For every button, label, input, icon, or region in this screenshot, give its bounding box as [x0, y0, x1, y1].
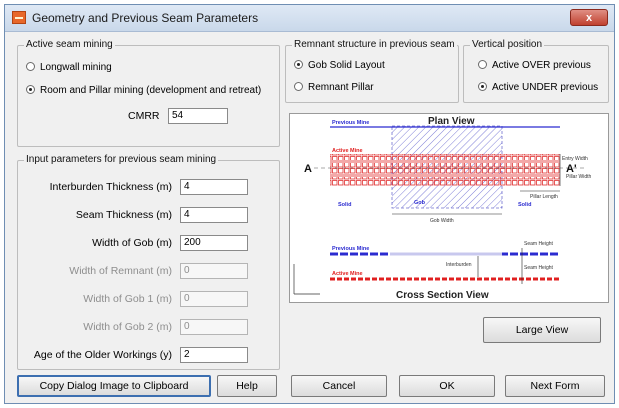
section-previous-mine-label: Previous Mine	[332, 246, 369, 252]
help-button[interactable]: Help	[217, 375, 277, 397]
radio-gob-solid[interactable]: Gob Solid Layout	[294, 60, 385, 71]
width-of-gob2-input: 0	[180, 319, 248, 335]
dialog-window: Geometry and Previous Seam Parameters x …	[4, 4, 615, 404]
entry-band-1	[330, 160, 560, 163]
seam-thickness-row: Seam Thickness (m) 4	[18, 207, 268, 225]
active-seam-group-label: Active seam mining	[24, 39, 115, 50]
cross-section-title: Cross Section View	[396, 290, 489, 301]
entry-band-2	[330, 174, 560, 177]
next-form-button[interactable]: Next Form	[505, 375, 605, 397]
plan-view-title: Plan View	[428, 116, 475, 127]
width-of-remnant-label: Width of Remnant (m)	[69, 265, 172, 277]
radio-active-over[interactable]: Active OVER previous	[478, 60, 591, 71]
radio-active-under-label: Active UNDER previous	[492, 82, 599, 93]
interburden-label: Interburden	[446, 262, 472, 268]
section-active-mine-label: Active Mine	[332, 271, 363, 277]
interburden-thickness-label: Interburden Thickness (m)	[49, 181, 172, 193]
geometry-diagram-svg: Plan View Previous Mine Active Mine A A'…	[293, 116, 592, 301]
plan-previous-mine-label: Previous Mine	[332, 120, 369, 126]
radio-room-pillar[interactable]: Room and Pillar mining (development and …	[26, 85, 261, 96]
cmrr-label: CMRR	[128, 110, 160, 122]
width-of-gob-row: Width of Gob (m) 200	[18, 235, 268, 253]
interburden-thickness-row: Interburden Thickness (m) 4	[18, 179, 268, 197]
close-button[interactable]: x	[570, 9, 608, 26]
radio-remnant-pillar-label: Remnant Pillar	[308, 82, 374, 93]
large-view-button[interactable]: Large View	[483, 317, 601, 343]
entry-width-label: Entry Width	[562, 156, 588, 162]
pillar-grid	[330, 154, 560, 186]
radio-remnant-pillar-circle[interactable]	[294, 82, 303, 91]
width-of-remnant-input: 0	[180, 263, 248, 279]
previous-seam-group-label: Input parameters for previous seam minin…	[24, 154, 219, 165]
app-icon	[12, 11, 26, 24]
previous-seam-group: Input parameters for previous seam minin…	[17, 154, 280, 370]
copy-dialog-image-button[interactable]: Copy Dialog Image to Clipboard	[17, 375, 211, 397]
radio-longwall[interactable]: Longwall mining	[26, 62, 112, 73]
solid-label-left: Solid	[338, 202, 351, 208]
width-of-gob1-input: 0	[180, 291, 248, 307]
radio-active-over-label: Active OVER previous	[492, 60, 591, 71]
vertical-position-group-label: Vertical position	[470, 39, 545, 50]
radio-room-pillar-circle[interactable]	[26, 85, 35, 94]
remnant-structure-group: Remnant structure in previous seam Gob S…	[285, 39, 459, 103]
radio-longwall-label: Longwall mining	[40, 62, 112, 73]
width-of-gob1-label: Width of Gob 1 (m)	[83, 293, 172, 305]
width-of-gob-input[interactable]: 200	[180, 235, 248, 251]
width-of-gob-label: Width of Gob (m)	[92, 237, 172, 249]
cancel-button[interactable]: Cancel	[291, 375, 387, 397]
ok-button[interactable]: OK	[399, 375, 495, 397]
section-a-label: A	[304, 163, 312, 175]
remnant-structure-group-label: Remnant structure in previous seam	[292, 39, 457, 50]
seam-height-label-top: Seam Height	[524, 241, 554, 247]
age-older-workings-input[interactable]: 2	[180, 347, 248, 363]
plan-active-mine-label: Active Mine	[332, 148, 363, 154]
gob-width-label: Gob Width	[430, 218, 454, 224]
width-of-remnant-row: Width of Remnant (m) 0	[18, 263, 268, 281]
radio-remnant-pillar[interactable]: Remnant Pillar	[294, 82, 374, 93]
seam-height-label-bottom: Seam Height	[524, 265, 554, 271]
radio-longwall-circle[interactable]	[26, 62, 35, 71]
gob-label: Gob	[414, 200, 426, 206]
radio-gob-solid-circle[interactable]	[294, 60, 303, 69]
pillar-width-label: Pillar Width	[566, 174, 592, 180]
cmrr-input[interactable]: 54	[168, 108, 228, 124]
vertical-position-group: Vertical position Active OVER previous A…	[463, 39, 609, 103]
width-of-gob2-row: Width of Gob 2 (m) 0	[18, 319, 268, 337]
age-older-workings-row: Age of the Older Workings (y) 2	[18, 347, 268, 365]
geometry-diagram: Plan View Previous Mine Active Mine A A'…	[289, 113, 609, 303]
seam-thickness-input[interactable]: 4	[180, 207, 248, 223]
radio-active-under-circle[interactable]	[478, 82, 487, 91]
seam-thickness-label: Seam Thickness (m)	[75, 209, 172, 221]
active-seam-group: Active seam mining Longwall mining Room …	[17, 39, 280, 147]
title-bar[interactable]: Geometry and Previous Seam Parameters x	[5, 5, 614, 32]
radio-active-under[interactable]: Active UNDER previous	[478, 82, 598, 93]
width-of-gob1-row: Width of Gob 1 (m) 0	[18, 291, 268, 309]
solid-label-right: Solid	[518, 202, 531, 208]
radio-room-pillar-label: Room and Pillar mining (development and …	[40, 85, 262, 96]
radio-active-over-circle[interactable]	[478, 60, 487, 69]
age-older-workings-label: Age of the Older Workings (y)	[33, 349, 172, 361]
width-of-gob2-label: Width of Gob 2 (m)	[83, 321, 172, 333]
radio-gob-solid-label: Gob Solid Layout	[308, 60, 385, 71]
pillar-length-label: Pillar Length	[530, 194, 558, 200]
interburden-thickness-input[interactable]: 4	[180, 179, 248, 195]
window-title: Geometry and Previous Seam Parameters	[32, 11, 259, 25]
